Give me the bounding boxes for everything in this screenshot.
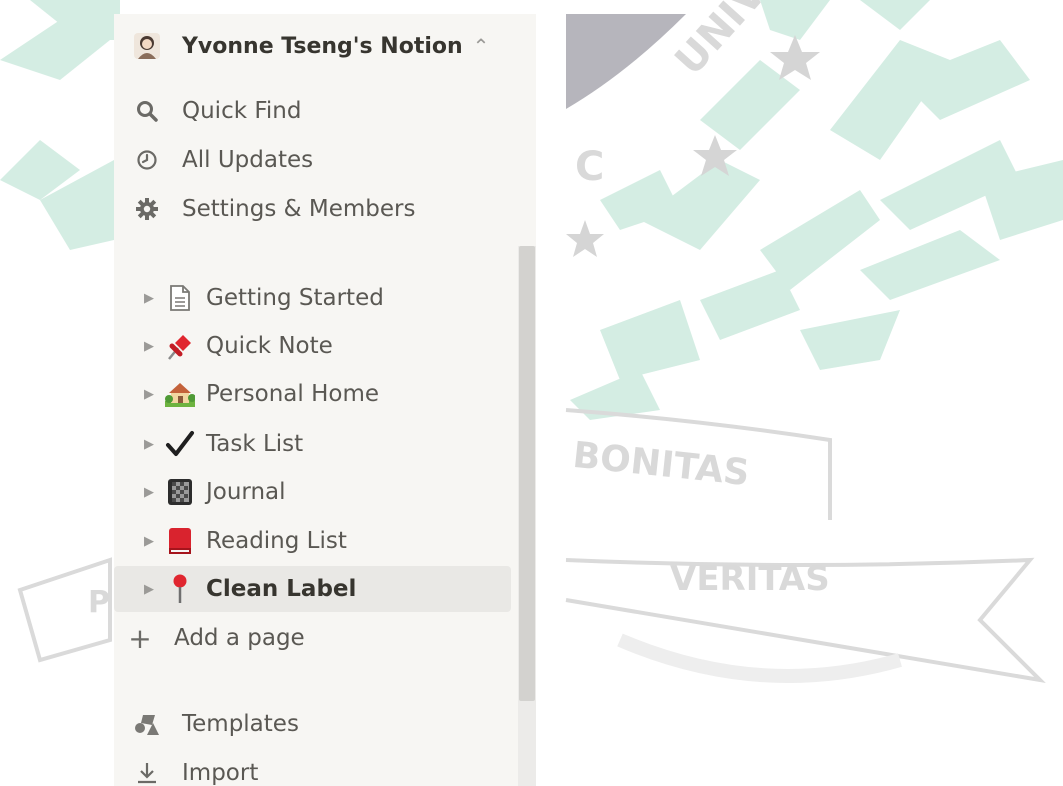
sidebar-item-label: Templates xyxy=(182,711,299,737)
sidebar-item-label: Clean Label xyxy=(206,576,357,602)
sidebar-item-label: All Updates xyxy=(182,147,314,173)
sidebar-page-reading-list[interactable]: ▶ Reading List xyxy=(138,518,347,564)
sidebar-page-task-list[interactable]: ▶ Task List xyxy=(138,421,303,467)
sidebar-item-import[interactable]: Import xyxy=(130,750,258,786)
sidebar-item-label: Getting Started xyxy=(206,285,384,311)
sidebar-item-label: Quick Find xyxy=(182,98,302,124)
sidebar-item-label: Journal xyxy=(206,479,286,505)
sidebar: Yvonne Tseng's Notion ⌃ Quick Find All U… xyxy=(114,14,536,786)
sidebar-item-label: Reading List xyxy=(206,528,347,554)
sidebar-page-journal[interactable]: ▶ Journal xyxy=(138,469,286,515)
red-book-icon xyxy=(164,525,196,557)
ribbon-text-left: P xyxy=(88,585,110,620)
templates-icon xyxy=(130,709,164,739)
add-page-label: Add a page xyxy=(174,625,305,651)
search-icon xyxy=(130,96,164,126)
seal-text-c: C xyxy=(575,144,604,190)
sidebar-item-quick-find[interactable]: Quick Find xyxy=(130,88,301,134)
sidebar-page-getting-started[interactable]: ▶ Getting Started xyxy=(138,275,384,321)
sidebar-page-clean-label[interactable]: ▶ Clean Label xyxy=(114,566,511,612)
avatar xyxy=(130,31,164,61)
sidebar-item-label: Personal Home xyxy=(206,381,380,407)
expand-toggle-icon[interactable]: ▶ xyxy=(138,485,160,500)
background-gray-shape xyxy=(566,14,686,109)
sidebar-item-label: Settings & Members xyxy=(182,196,416,222)
sidebar-page-quick-note[interactable]: ▶ Quick Note xyxy=(138,323,333,369)
page-document-icon xyxy=(164,282,196,314)
expand-toggle-icon[interactable]: ▶ xyxy=(138,534,160,549)
ribbon-text-veritas: VERITAS xyxy=(670,559,830,599)
ribbon-text-bonitas: BONITAS xyxy=(571,435,751,494)
round-pushpin-icon xyxy=(164,573,196,605)
expand-toggle-icon[interactable]: ▶ xyxy=(138,387,160,402)
expand-toggle-icon[interactable]: ▶ xyxy=(138,582,160,597)
house-icon xyxy=(164,378,196,410)
plus-icon: + xyxy=(128,621,152,655)
sidebar-item-settings-members[interactable]: Settings & Members xyxy=(130,186,415,232)
add-page-button[interactable]: + Add a page xyxy=(128,615,305,661)
pushpin-icon xyxy=(164,330,196,362)
notebook-icon xyxy=(164,476,196,508)
checkmark-icon xyxy=(164,428,196,460)
expand-toggle-icon[interactable]: ▶ xyxy=(138,339,160,354)
chevron-up-down-icon: ⌃ xyxy=(472,34,490,58)
import-icon xyxy=(130,758,164,786)
sidebar-item-templates[interactable]: Templates xyxy=(130,701,299,747)
expand-toggle-icon[interactable]: ▶ xyxy=(138,291,160,306)
sidebar-item-label: Task List xyxy=(206,431,304,457)
workspace-name: Yvonne Tseng's Notion xyxy=(182,33,463,59)
workspace-switcher[interactable]: Yvonne Tseng's Notion ⌃ xyxy=(130,24,489,68)
expand-toggle-icon[interactable]: ▶ xyxy=(138,437,160,452)
clock-icon xyxy=(130,145,164,175)
sidebar-item-label: Import xyxy=(182,760,259,786)
sidebar-item-label: Quick Note xyxy=(206,333,333,359)
gear-icon xyxy=(130,194,164,224)
sidebar-scrollbar-thumb[interactable] xyxy=(519,246,535,701)
sidebar-page-personal-home[interactable]: ▶ Personal Home xyxy=(138,371,379,417)
sidebar-item-all-updates[interactable]: All Updates xyxy=(130,137,313,183)
